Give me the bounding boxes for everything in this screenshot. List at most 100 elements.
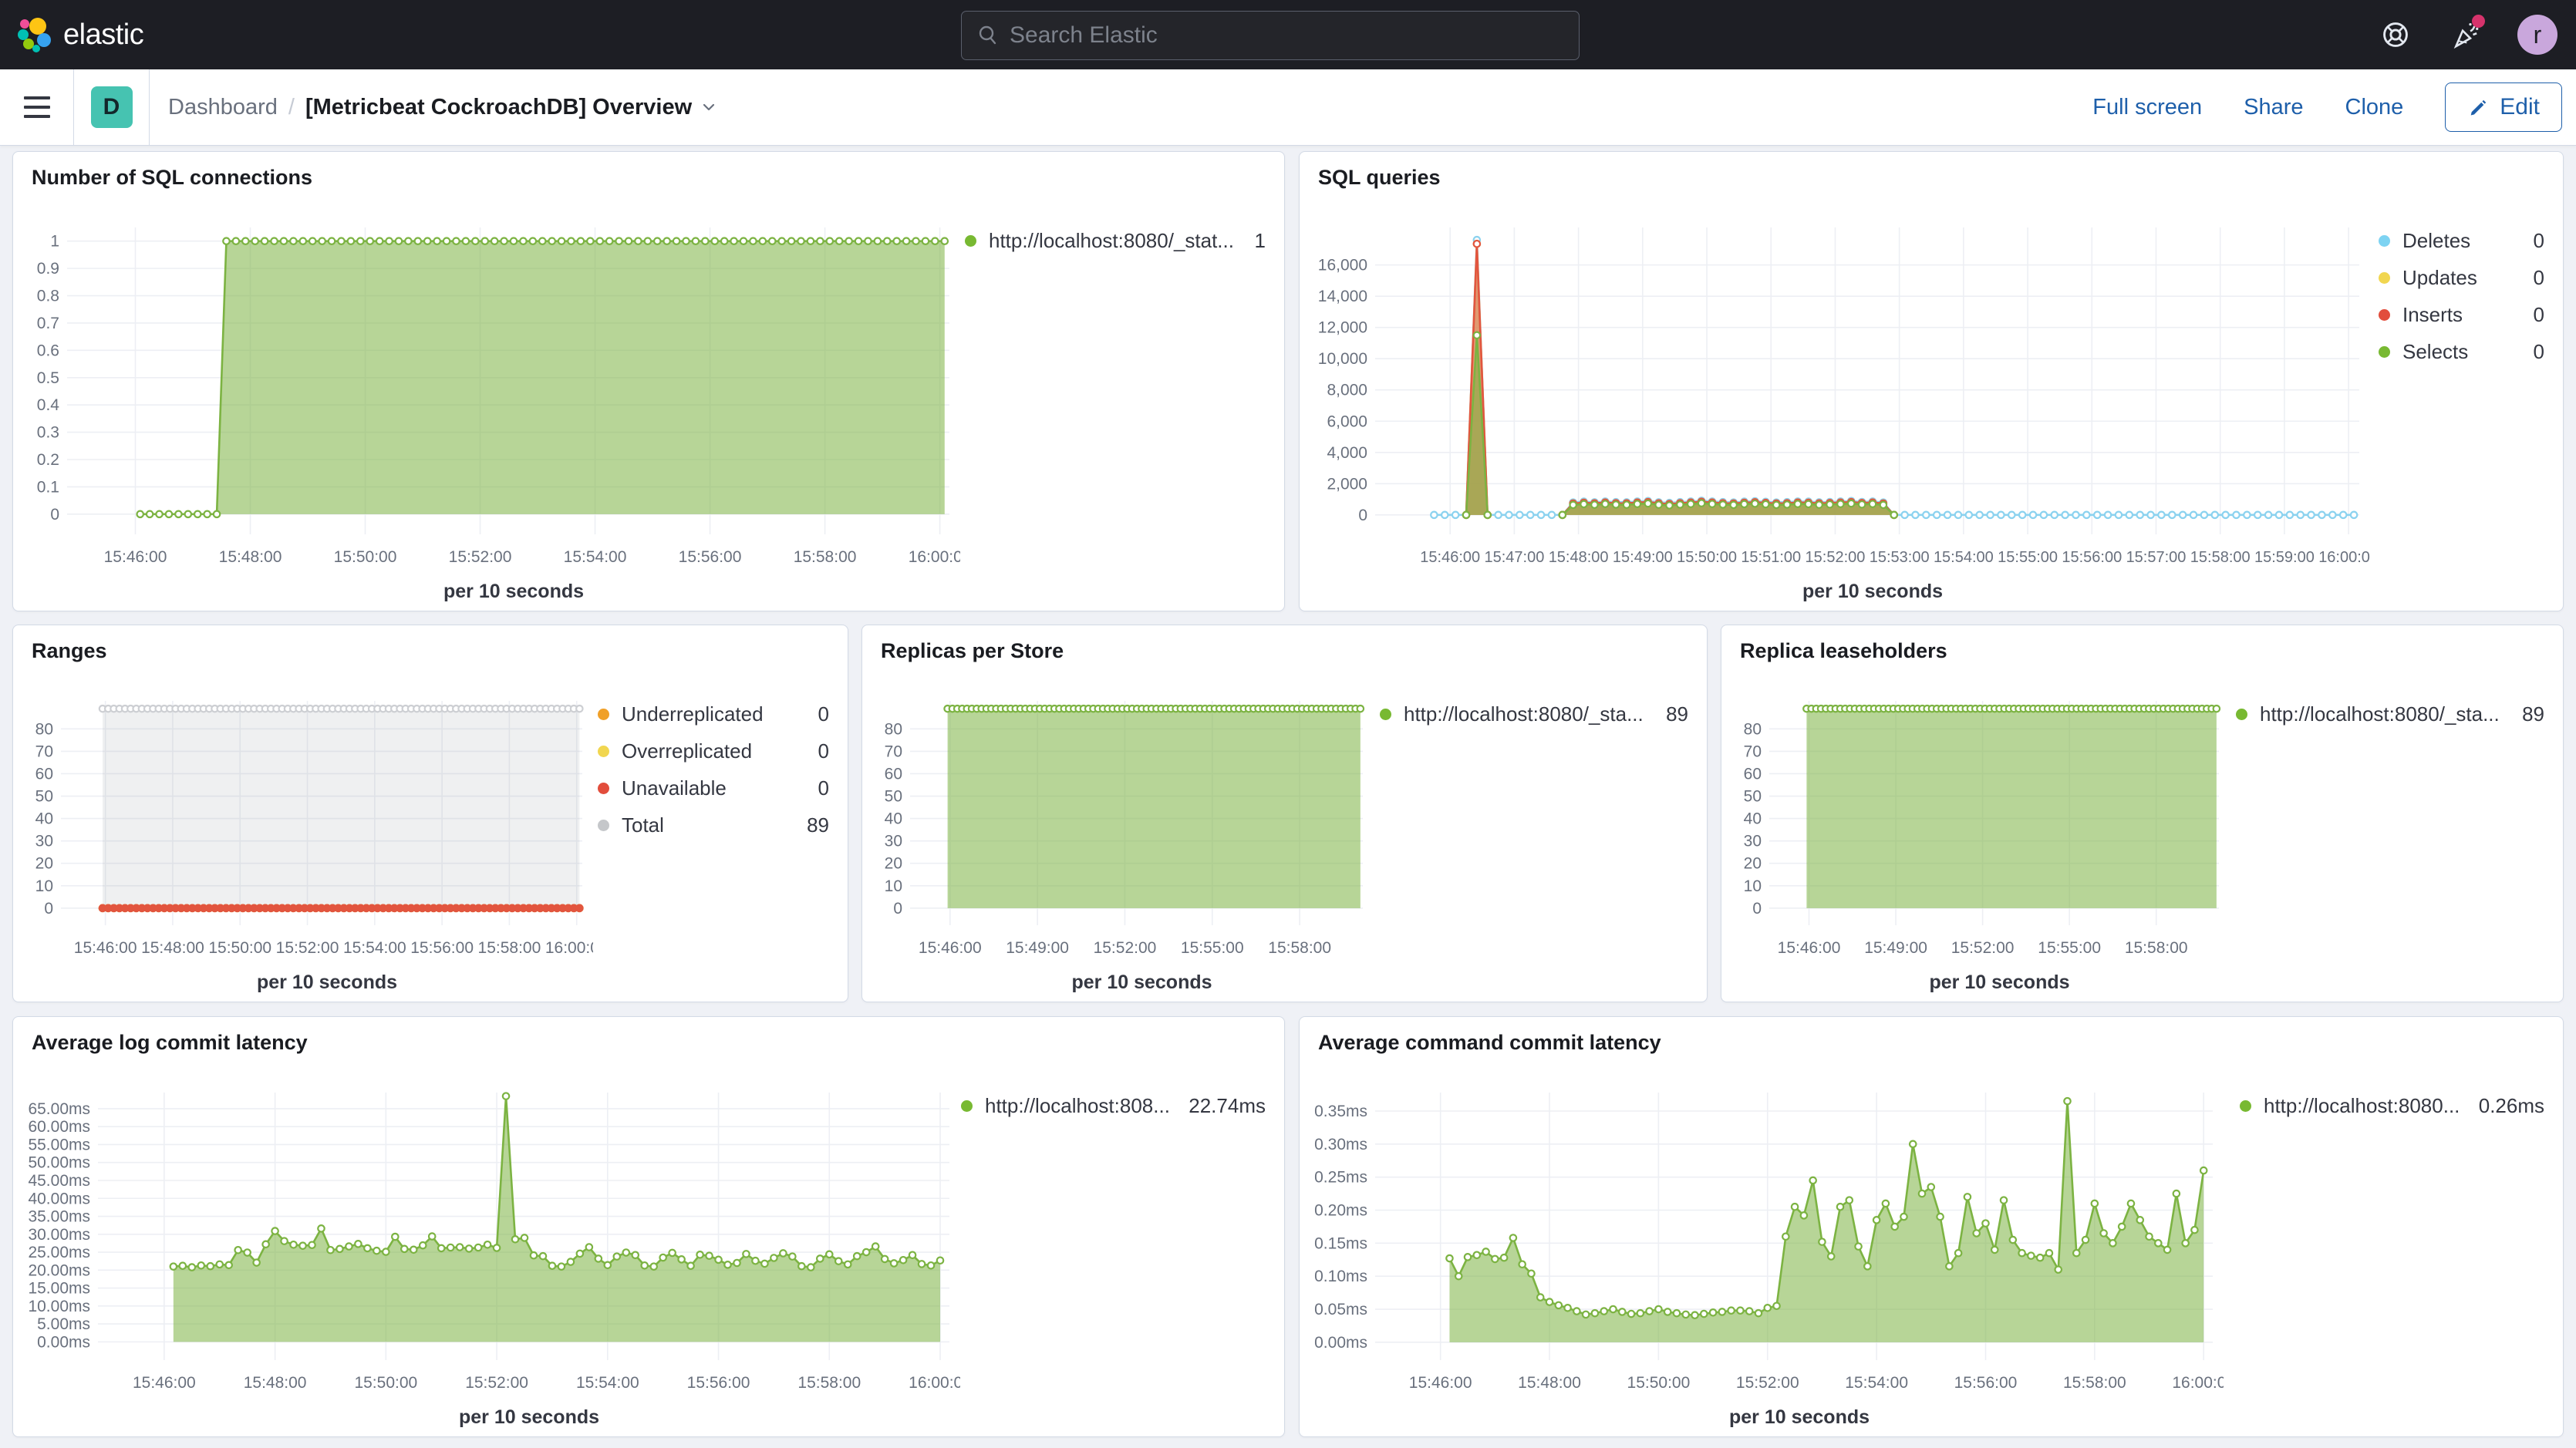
legend-item[interactable]: Total89	[598, 813, 829, 837]
svg-text:80: 80	[1744, 720, 1762, 738]
svg-text:15:54:00: 15:54:00	[564, 548, 627, 566]
svg-text:10,000: 10,000	[1318, 350, 1367, 368]
svg-text:70: 70	[35, 743, 53, 760]
edit-button[interactable]: Edit	[2445, 83, 2562, 132]
newsfeed-icon[interactable]	[2448, 18, 2482, 52]
avatar[interactable]: r	[2517, 15, 2557, 55]
top-nav: elastic	[0, 0, 2576, 69]
breadcrumb-dashboard-link[interactable]: Dashboard	[168, 95, 278, 120]
elastic-logo[interactable]: elastic	[17, 17, 143, 52]
svg-text:15:49:00: 15:49:00	[1864, 939, 1927, 957]
svg-text:0.7: 0.7	[37, 315, 59, 332]
svg-text:70: 70	[885, 743, 902, 760]
legend-value: 0	[818, 739, 829, 763]
svg-text:10.00ms: 10.00ms	[28, 1298, 90, 1315]
legend-label: Unavailable	[622, 776, 803, 800]
legend-color-dot	[1380, 709, 1391, 720]
svg-text:15:54:00: 15:54:00	[1934, 549, 1994, 566]
svg-text:20: 20	[885, 855, 902, 873]
svg-text:2,000: 2,000	[1327, 475, 1367, 493]
legend-value: 0	[818, 702, 829, 726]
svg-text:80: 80	[885, 720, 902, 738]
svg-text:15:58:00: 15:58:00	[2063, 1374, 2126, 1392]
panel-title: Replicas per Store	[881, 639, 1707, 663]
svg-text:15:46:00: 15:46:00	[133, 1374, 196, 1392]
legend-item[interactable]: http://localhost:8080...0.26ms	[2240, 1094, 2544, 1118]
svg-text:15:51:00: 15:51:00	[1741, 549, 1801, 566]
legend-label: http://localhost:8080/_sta...	[1404, 702, 1650, 726]
legend-item[interactable]: Deletes0	[2379, 229, 2544, 253]
space-avatar[interactable]: D	[91, 86, 133, 128]
chart-ranges[interactable]: 0102030405060708015:46:0015:48:0015:50:0…	[22, 679, 593, 997]
svg-text:0.00ms: 0.00ms	[37, 1333, 90, 1351]
help-icon[interactable]	[2379, 18, 2412, 52]
clone-button[interactable]: Clone	[2345, 95, 2404, 120]
legend-item[interactable]: http://localhost:8080/_stat...1	[965, 229, 1266, 253]
svg-text:8,000: 8,000	[1327, 382, 1367, 399]
svg-text:10: 10	[1744, 877, 1762, 895]
legend-item[interactable]: Unavailable0	[598, 776, 829, 800]
chart-number-of-sql-connections[interactable]: 00.10.20.30.40.50.60.70.80.9115:46:0015:…	[22, 206, 960, 606]
legend-label: Total	[622, 813, 791, 837]
svg-text:25.00ms: 25.00ms	[28, 1244, 90, 1261]
svg-text:15:46:00: 15:46:00	[919, 939, 982, 957]
space-avatar-wrap: D	[74, 69, 150, 145]
full-screen-button[interactable]: Full screen	[2092, 95, 2202, 120]
chart-avg-log-commit-latency[interactable]: 0.00ms5.00ms10.00ms15.00ms20.00ms25.00ms…	[22, 1071, 960, 1432]
svg-text:15:52:00: 15:52:00	[1094, 939, 1157, 957]
legend-item[interactable]: http://localhost:808...22.74ms	[961, 1094, 1266, 1118]
chart-replica-leaseholders[interactable]: 0102030405060708015:46:0015:49:0015:52:0…	[1731, 679, 2230, 997]
svg-text:15:49:00: 15:49:00	[1613, 549, 1673, 566]
svg-text:15:46:00: 15:46:00	[74, 939, 137, 957]
search-input[interactable]	[1000, 22, 1579, 49]
legend-item[interactable]: http://localhost:8080/_sta...89	[2236, 702, 2544, 726]
chart-legend: http://localhost:8080/_stat...1	[965, 229, 1266, 266]
svg-text:15:52:00: 15:52:00	[1951, 939, 2015, 957]
chart-legend: http://localhost:808...22.74ms	[961, 1094, 1266, 1131]
svg-text:15:58:00: 15:58:00	[794, 548, 857, 566]
svg-text:15:47:00: 15:47:00	[1484, 549, 1544, 566]
legend-value: 0	[2534, 266, 2544, 290]
svg-text:15:53:00: 15:53:00	[1870, 549, 1930, 566]
legend-label: Overreplicated	[622, 739, 803, 763]
legend-item[interactable]: http://localhost:8080/_sta...89	[1380, 702, 1688, 726]
svg-text:0: 0	[893, 900, 902, 918]
legend-color-dot	[965, 235, 976, 247]
menu-icon[interactable]	[0, 69, 74, 145]
legend-value: 0	[2534, 229, 2544, 253]
legend-item[interactable]: Underreplicated0	[598, 702, 829, 726]
chart-sql-queries[interactable]: 02,0004,0006,0008,00010,00012,00014,0001…	[1309, 206, 2370, 606]
svg-text:40: 40	[1744, 810, 1762, 828]
chart-legend: Deletes0Updates0Inserts0Selects0	[2379, 229, 2544, 377]
panel-title: Ranges	[32, 639, 848, 663]
legend-label: Selects	[2402, 340, 2518, 364]
chart-legend: Underreplicated0 Overreplicated 0 Unavailab…	[598, 702, 829, 850]
svg-text:15:50:00: 15:50:00	[1627, 1374, 1691, 1392]
svg-text:60.00ms: 60.00ms	[28, 1118, 90, 1136]
nav-right-icons: r	[2379, 0, 2557, 69]
svg-text:50: 50	[1744, 788, 1762, 806]
panel-ranges: Ranges 0102030405060708015:46:0015:48:00…	[12, 625, 848, 1002]
legend-item[interactable]: Inserts0	[2379, 303, 2544, 327]
breadcrumb: Dashboard / [Metricbeat CockroachDB] Ove…	[168, 95, 718, 120]
chart-replicas-per-store[interactable]: 0102030405060708015:46:0015:49:0015:52:0…	[872, 679, 1374, 997]
svg-text:15:56:00: 15:56:00	[410, 939, 474, 957]
panel-replicas-per-store: Replicas per Store 0102030405060708015:4…	[861, 625, 1708, 1002]
svg-text:15:56:00: 15:56:00	[687, 1374, 750, 1392]
share-button[interactable]: Share	[2244, 95, 2303, 120]
legend-color-dot	[2379, 309, 2390, 321]
svg-text:15:56:00: 15:56:00	[1954, 1374, 2018, 1392]
legend-item[interactable]: Overreplicated 0	[598, 739, 829, 763]
page-title[interactable]: [Metricbeat CockroachDB] Overview	[305, 95, 718, 120]
svg-text:0: 0	[1358, 507, 1367, 524]
svg-text:50: 50	[885, 788, 902, 806]
legend-color-dot	[2379, 346, 2390, 358]
legend-item[interactable]: Selects0	[2379, 340, 2544, 364]
chart-avg-command-commit-latency[interactable]: 0.00ms0.05ms0.10ms0.15ms0.20ms0.25ms0.30…	[1309, 1071, 2224, 1432]
legend-value: 1	[1255, 229, 1266, 253]
svg-text:15:48:00: 15:48:00	[1549, 549, 1609, 566]
legend-label: http://localhost:8080...	[2264, 1094, 2463, 1118]
svg-text:65.00ms: 65.00ms	[28, 1100, 90, 1118]
legend-item[interactable]: Updates0	[2379, 266, 2544, 290]
brand-wordmark: elastic	[63, 19, 143, 52]
